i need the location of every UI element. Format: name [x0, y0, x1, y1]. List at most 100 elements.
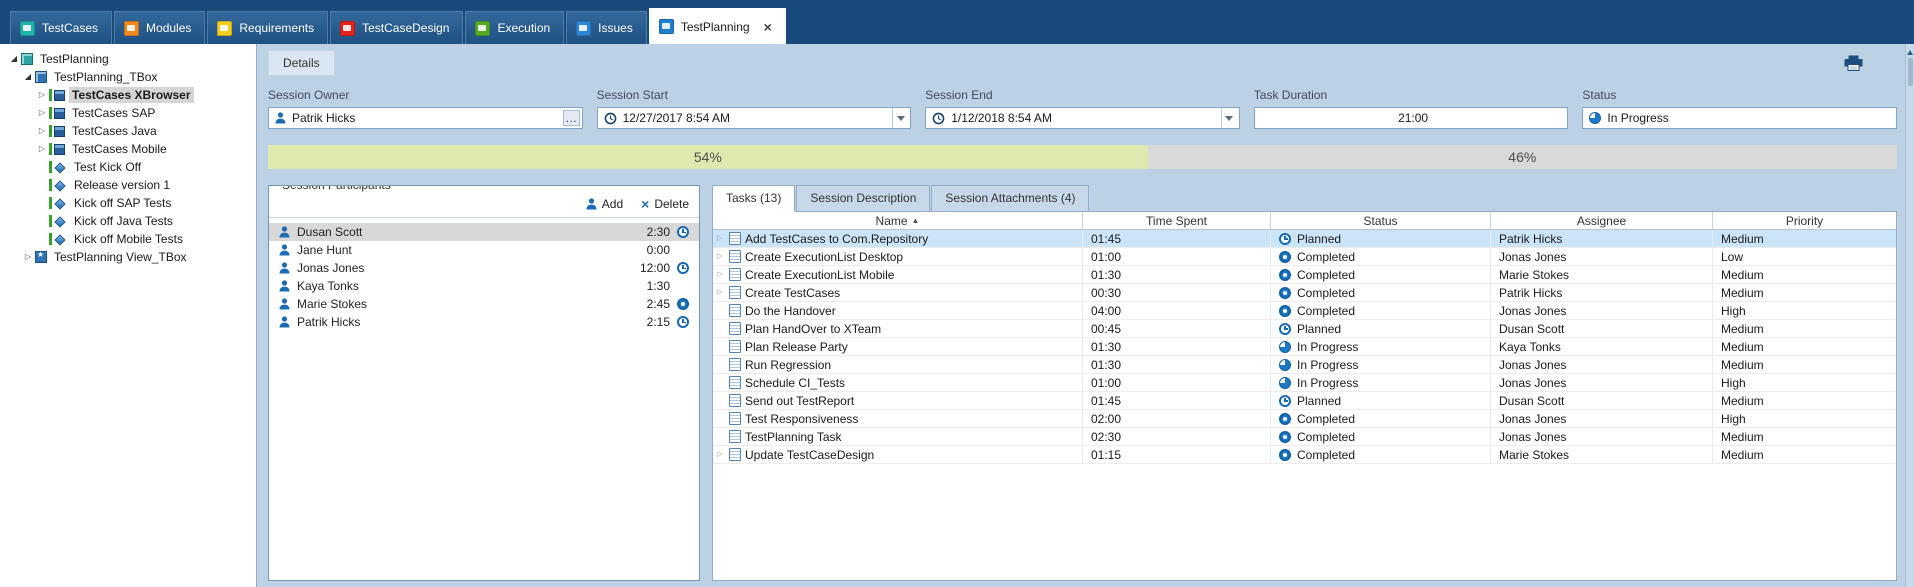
table-row[interactable]: Create ExecutionList Desktop 01:00 Compl…	[713, 248, 1896, 266]
tree-glyph-icon	[21, 53, 33, 65]
session-start-input[interactable]: 12/27/2017 8:54 AM	[597, 107, 912, 129]
tasks-tab[interactable]: Session Description	[796, 185, 930, 212]
app-tab[interactable]: Issues ×	[566, 11, 647, 44]
table-row[interactable]: Update TestCaseDesign 01:15 Completed Ma…	[713, 446, 1896, 464]
app-tab[interactable]: Execution ×	[465, 11, 564, 44]
column-header-name[interactable]: Name ▲	[713, 212, 1083, 229]
scrollbar-thumb[interactable]	[1908, 58, 1913, 86]
app-tab[interactable]: Requirements ×	[207, 11, 328, 44]
participant-time: 2:30	[632, 225, 670, 239]
session-progress-bar: 54% 46%	[268, 145, 1897, 169]
delete-participant-button[interactable]: × Delete	[641, 197, 689, 211]
table-row[interactable]: Add TestCases to Com.Repository 01:45 Pl…	[713, 230, 1896, 248]
tab-details[interactable]: Details	[268, 50, 335, 76]
tree-item-icon	[49, 161, 67, 173]
task-document-icon	[729, 412, 741, 425]
table-row[interactable]: Plan HandOver to XTeam 00:45 Planned Dus…	[713, 320, 1896, 338]
tree-item[interactable]: Kick off Java Tests	[0, 212, 256, 230]
task-status-icon	[1279, 323, 1291, 335]
scroll-up-icon[interactable]	[1907, 47, 1913, 55]
tree-item[interactable]: TestPlanning_TBox	[0, 68, 256, 86]
tree-item[interactable]: TestCases SAP	[0, 104, 256, 122]
status-field: Status In Progress	[1582, 88, 1897, 129]
task-status-label: In Progress	[1297, 358, 1358, 372]
column-header-time-spent[interactable]: Time Spent	[1083, 212, 1271, 229]
table-row[interactable]: Test Responsiveness 02:00 Completed Jona…	[713, 410, 1896, 428]
task-assignee: Jonas Jones	[1491, 428, 1713, 445]
session-end-value: 1/12/2018 8:54 AM	[951, 111, 1215, 125]
participants-list: Dusan Scott 2:30 Jane Hunt 0:00	[269, 218, 699, 331]
date-dropdown-icon[interactable]	[892, 108, 908, 128]
tree-item[interactable]: Test Kick Off	[0, 158, 256, 176]
tree-item[interactable]: TestCases XBrowser	[0, 86, 256, 104]
progress-elapsed: 54%	[268, 145, 1148, 169]
tree-item[interactable]: TestCases Mobile	[0, 140, 256, 158]
participant-row[interactable]: Patrik Hicks 2:15	[269, 313, 699, 331]
tree-item[interactable]: Kick off Mobile Tests	[0, 230, 256, 248]
participant-row[interactable]: Jonas Jones 12:00	[269, 259, 699, 277]
row-expander-icon[interactable]	[715, 253, 725, 260]
tasks-tab[interactable]: Tasks (13)	[712, 185, 795, 212]
tree-item[interactable]: Kick off SAP Tests	[0, 194, 256, 212]
session-participants-panel: Session Participants Add × Delete	[268, 185, 700, 581]
table-row[interactable]: TestPlanning Task 02:30 Completed Jonas …	[713, 428, 1896, 446]
task-status-icon	[1279, 431, 1291, 443]
tree-item[interactable]: TestPlanning View_TBox	[0, 248, 256, 266]
print-icon[interactable]	[1844, 55, 1863, 71]
participant-row[interactable]: Kaya Tonks 1:30	[269, 277, 699, 295]
participant-row[interactable]: Marie Stokes 2:45	[269, 295, 699, 313]
participant-row[interactable]: Dusan Scott 2:30	[269, 223, 699, 241]
column-header-label: Assignee	[1577, 214, 1626, 228]
tree-expander-icon[interactable]	[22, 73, 34, 81]
tree-expander-icon[interactable]	[36, 127, 48, 135]
status-input[interactable]: In Progress	[1582, 107, 1897, 129]
column-header-assignee[interactable]: Assignee	[1491, 212, 1713, 229]
participant-row[interactable]: Jane Hunt 0:00	[269, 241, 699, 259]
row-expander-icon[interactable]	[715, 235, 725, 242]
table-row[interactable]: Send out TestReport 01:45 Planned Dusan …	[713, 392, 1896, 410]
task-duration-input[interactable]: 21:00	[1254, 107, 1569, 129]
task-status-label: Completed	[1297, 448, 1355, 462]
tasks-tab[interactable]: Session Attachments (4)	[931, 185, 1089, 212]
row-expander-icon[interactable]	[715, 271, 725, 278]
table-row[interactable]: Create ExecutionList Mobile 01:30 Comple…	[713, 266, 1896, 284]
table-row[interactable]: Do the Handover 04:00 Completed Jonas Jo…	[713, 302, 1896, 320]
testable-marker-icon	[49, 161, 52, 173]
tree-item[interactable]: TestCases Java	[0, 122, 256, 140]
tree-item[interactable]: Release version 1	[0, 176, 256, 194]
column-header-priority[interactable]: Priority	[1713, 212, 1896, 229]
tree-expander-icon[interactable]	[36, 91, 48, 99]
tab-close-icon[interactable]: ×	[764, 20, 772, 34]
tree-glyph-icon	[54, 198, 65, 209]
table-row[interactable]: Create TestCases 00:30 Completed Patrik …	[713, 284, 1896, 302]
task-status-icon	[1279, 341, 1291, 353]
app-tab[interactable]: Modules ×	[114, 11, 205, 44]
tree-item[interactable]: TestPlanning	[0, 50, 256, 68]
tree-expander-icon[interactable]	[36, 145, 48, 153]
date-dropdown-icon[interactable]	[1221, 108, 1237, 128]
task-status-icon	[1279, 377, 1291, 389]
row-expander-icon[interactable]	[715, 289, 725, 296]
session-end-input[interactable]: 1/12/2018 8:54 AM	[925, 107, 1240, 129]
task-name: Plan Release Party	[745, 340, 848, 354]
tree-glyph-icon	[54, 162, 65, 173]
tree-expander-icon[interactable]	[22, 253, 34, 261]
table-row[interactable]: Schedule CI_Tests 01:00 In Progress Jona…	[713, 374, 1896, 392]
row-expander-icon[interactable]	[715, 451, 725, 458]
table-row[interactable]: Plan Release Party 01:30 In Progress Kay…	[713, 338, 1896, 356]
tree-glyph-icon	[35, 71, 47, 83]
tree-expander-icon[interactable]	[36, 109, 48, 117]
owner-picker-button[interactable]: …	[563, 110, 580, 126]
testable-marker-icon	[49, 89, 52, 101]
column-header-status[interactable]: Status	[1271, 212, 1491, 229]
app-tab[interactable]: TestCases ×	[10, 11, 112, 44]
bottom-panels: Session Participants Add × Delete	[268, 185, 1897, 581]
app-tab[interactable]: TestPlanning ×	[649, 8, 786, 44]
vertical-scrollbar[interactable]	[1905, 44, 1914, 587]
add-participant-button[interactable]: Add	[586, 197, 623, 211]
app-tab[interactable]: TestCaseDesign ×	[330, 11, 463, 44]
tree-expander-icon[interactable]	[8, 55, 20, 63]
task-name-cell: Create ExecutionList Desktop	[713, 248, 1083, 265]
session-owner-input[interactable]: Patrik Hicks …	[268, 107, 583, 129]
table-row[interactable]: Run Regression 01:30 In Progress Jonas J…	[713, 356, 1896, 374]
